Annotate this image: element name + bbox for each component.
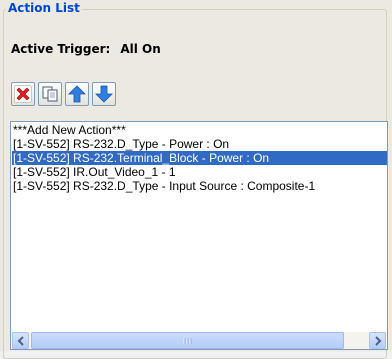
scrollbar-thumb[interactable] [31, 332, 344, 349]
horizontal-scrollbar[interactable] [12, 332, 386, 349]
action-listbox[interactable]: ***Add New Action*** [1-SV-552] RS-232.D… [10, 121, 388, 350]
group-title: Action List [6, 1, 82, 15]
action-list-panel: Action List Active Trigger: All On ***Ad… [0, 0, 392, 359]
copy-icon [42, 86, 58, 102]
list-item[interactable]: [1-SV-552] RS-232.D_Type - Power : On [12, 137, 229, 151]
scroll-right-button[interactable] [369, 332, 386, 349]
move-down-button[interactable] [92, 82, 116, 106]
grip-icon [183, 338, 192, 344]
arrow-down-icon [95, 85, 113, 103]
list-item-selected[interactable]: [1-SV-552] RS-232.Terminal_Block - Power… [12, 151, 387, 165]
list-item-add-new[interactable]: ***Add New Action*** [12, 123, 126, 137]
move-up-button[interactable] [65, 82, 89, 106]
active-trigger-value: All On [120, 42, 161, 56]
chevron-left-icon [17, 336, 24, 346]
active-trigger-row: Active Trigger: All On [11, 42, 161, 56]
copy-action-button[interactable] [38, 82, 62, 106]
arrow-up-icon [68, 85, 86, 103]
chevron-right-icon [375, 336, 382, 346]
delete-action-button[interactable] [11, 82, 35, 106]
active-trigger-label: Active Trigger: [11, 42, 111, 56]
delete-x-icon [14, 85, 32, 103]
scroll-left-button[interactable] [12, 332, 29, 349]
list-item[interactable]: [1-SV-552] RS-232.D_Type - Input Source … [12, 179, 315, 193]
list-item[interactable]: [1-SV-552] IR.Out_Video_1 - 1 [12, 165, 176, 179]
